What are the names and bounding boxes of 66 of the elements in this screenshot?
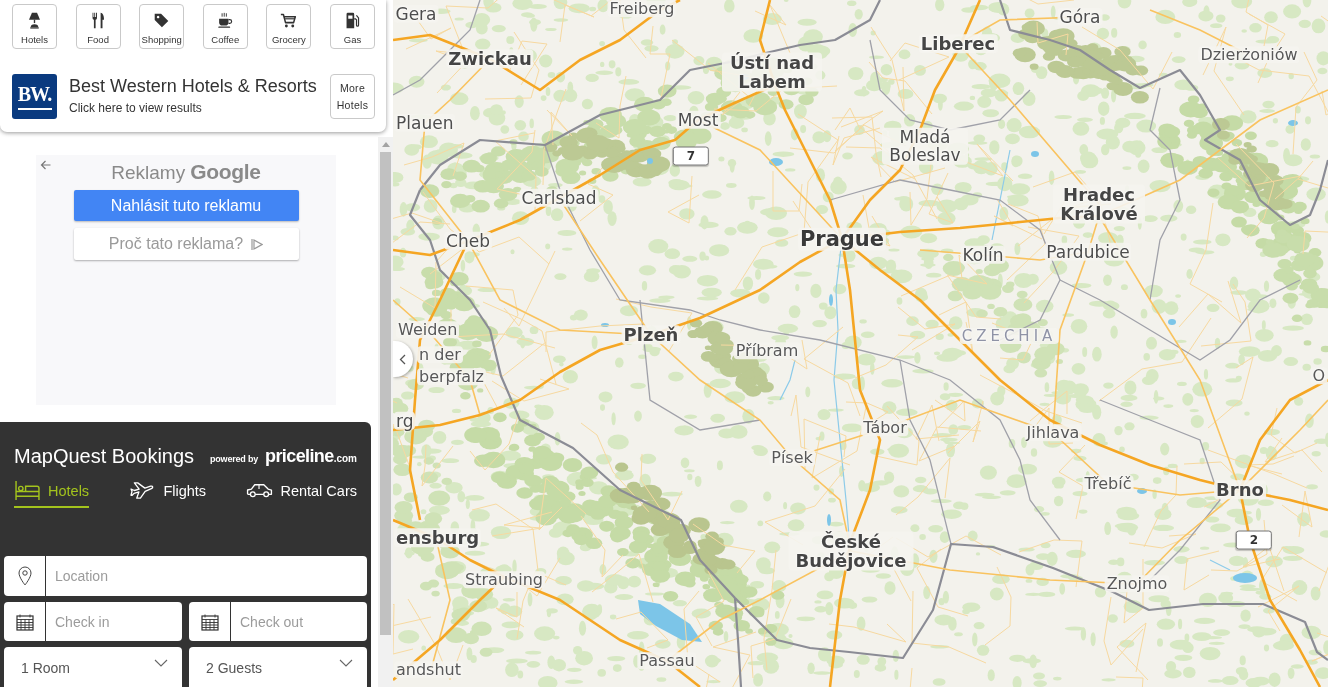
bookings-title: MapQuest Bookings (14, 444, 195, 468)
priceline-logo: priceline.com (265, 445, 357, 467)
category-button[interactable]: Food (75, 4, 121, 49)
chevron-down-icon (339, 659, 353, 667)
country-label: CZECHIA (959, 327, 1059, 345)
calendar-icon (200, 612, 219, 631)
result-subtitle: Click here to view results (69, 101, 202, 116)
play-triangle-icon (251, 237, 264, 251)
lamp-icon (26, 12, 43, 29)
tab[interactable]: Hotels (14, 480, 90, 508)
back-arrow-icon[interactable] (40, 160, 51, 170)
chevron-left-icon (399, 353, 406, 365)
location-field[interactable]: Location (4, 556, 367, 596)
road-number-sign: 7 (672, 146, 710, 166)
coffee-cup-icon (216, 12, 234, 29)
city-label: rg (394, 411, 416, 431)
map-pin-icon (17, 566, 32, 586)
report-ad-button[interactable]: Nahlásit tuto reklamu (73, 190, 299, 221)
city-label: České Budějovice (788, 531, 914, 571)
scrollbar-thumb[interactable] (380, 152, 391, 635)
category-button[interactable]: Shopping (139, 4, 185, 49)
powered-by-label: powered by (210, 453, 258, 464)
city-label: Znojmo (1104, 575, 1170, 593)
result-title[interactable]: Best Western Hotels & Resorts (69, 76, 317, 97)
city-label: Zwickau (446, 49, 534, 69)
road-number-sign: 2 (1235, 530, 1273, 550)
city-label: Tábor (861, 419, 909, 437)
city-label: berpfalz (417, 368, 486, 386)
city-label: Passau (637, 652, 697, 670)
bed-icon (14, 480, 41, 501)
city-label: Straubing (463, 571, 545, 589)
city-label: Weiden (396, 321, 460, 339)
city-label: Jihlava (1024, 424, 1082, 442)
city-label: Písek (769, 449, 815, 467)
brand-logo[interactable]: BW. (12, 74, 57, 119)
ads-brand-label: Google (190, 160, 261, 184)
category-button[interactable]: Grocery (266, 4, 312, 49)
city-label: Mladá Boleslav (882, 127, 968, 165)
category-button[interactable]: Coffee (202, 4, 248, 49)
city-label: Plauen (394, 113, 456, 133)
date-field[interactable]: Check in (4, 602, 182, 641)
dropdown[interactable]: 1 Room (4, 647, 182, 687)
city-label: n der (417, 346, 463, 364)
tag-icon (153, 12, 171, 29)
city-label: Ústí nad Labem (722, 52, 822, 92)
city-label: O (1310, 367, 1327, 385)
city-label: andshut (394, 661, 463, 679)
scroll-up-icon[interactable] (381, 142, 390, 147)
dropdown[interactable]: 2 Guests (189, 647, 367, 687)
category-button[interactable]: Gas (329, 4, 375, 49)
city-label: Cheb (444, 231, 492, 251)
city-label: Brno (1214, 480, 1266, 500)
date-field[interactable]: Check out (189, 602, 367, 641)
chevron-down-icon (154, 659, 168, 667)
calendar-icon (15, 612, 34, 631)
category-button[interactable]: Hotels (12, 4, 57, 49)
tab[interactable]: Flights (129, 480, 207, 508)
city-label: Třebíč (1082, 475, 1134, 493)
city-label: Prague (797, 227, 887, 251)
tab[interactable]: Rental Cars (246, 480, 357, 508)
city-label: Gera (393, 4, 439, 24)
city-label: Hradec Králové (1053, 184, 1145, 224)
cart-icon (280, 12, 298, 29)
ads-label: Reklamy (111, 162, 186, 184)
city-label: ensburg (394, 528, 482, 548)
more-hotels-button[interactable]: More Hotels (330, 74, 375, 119)
